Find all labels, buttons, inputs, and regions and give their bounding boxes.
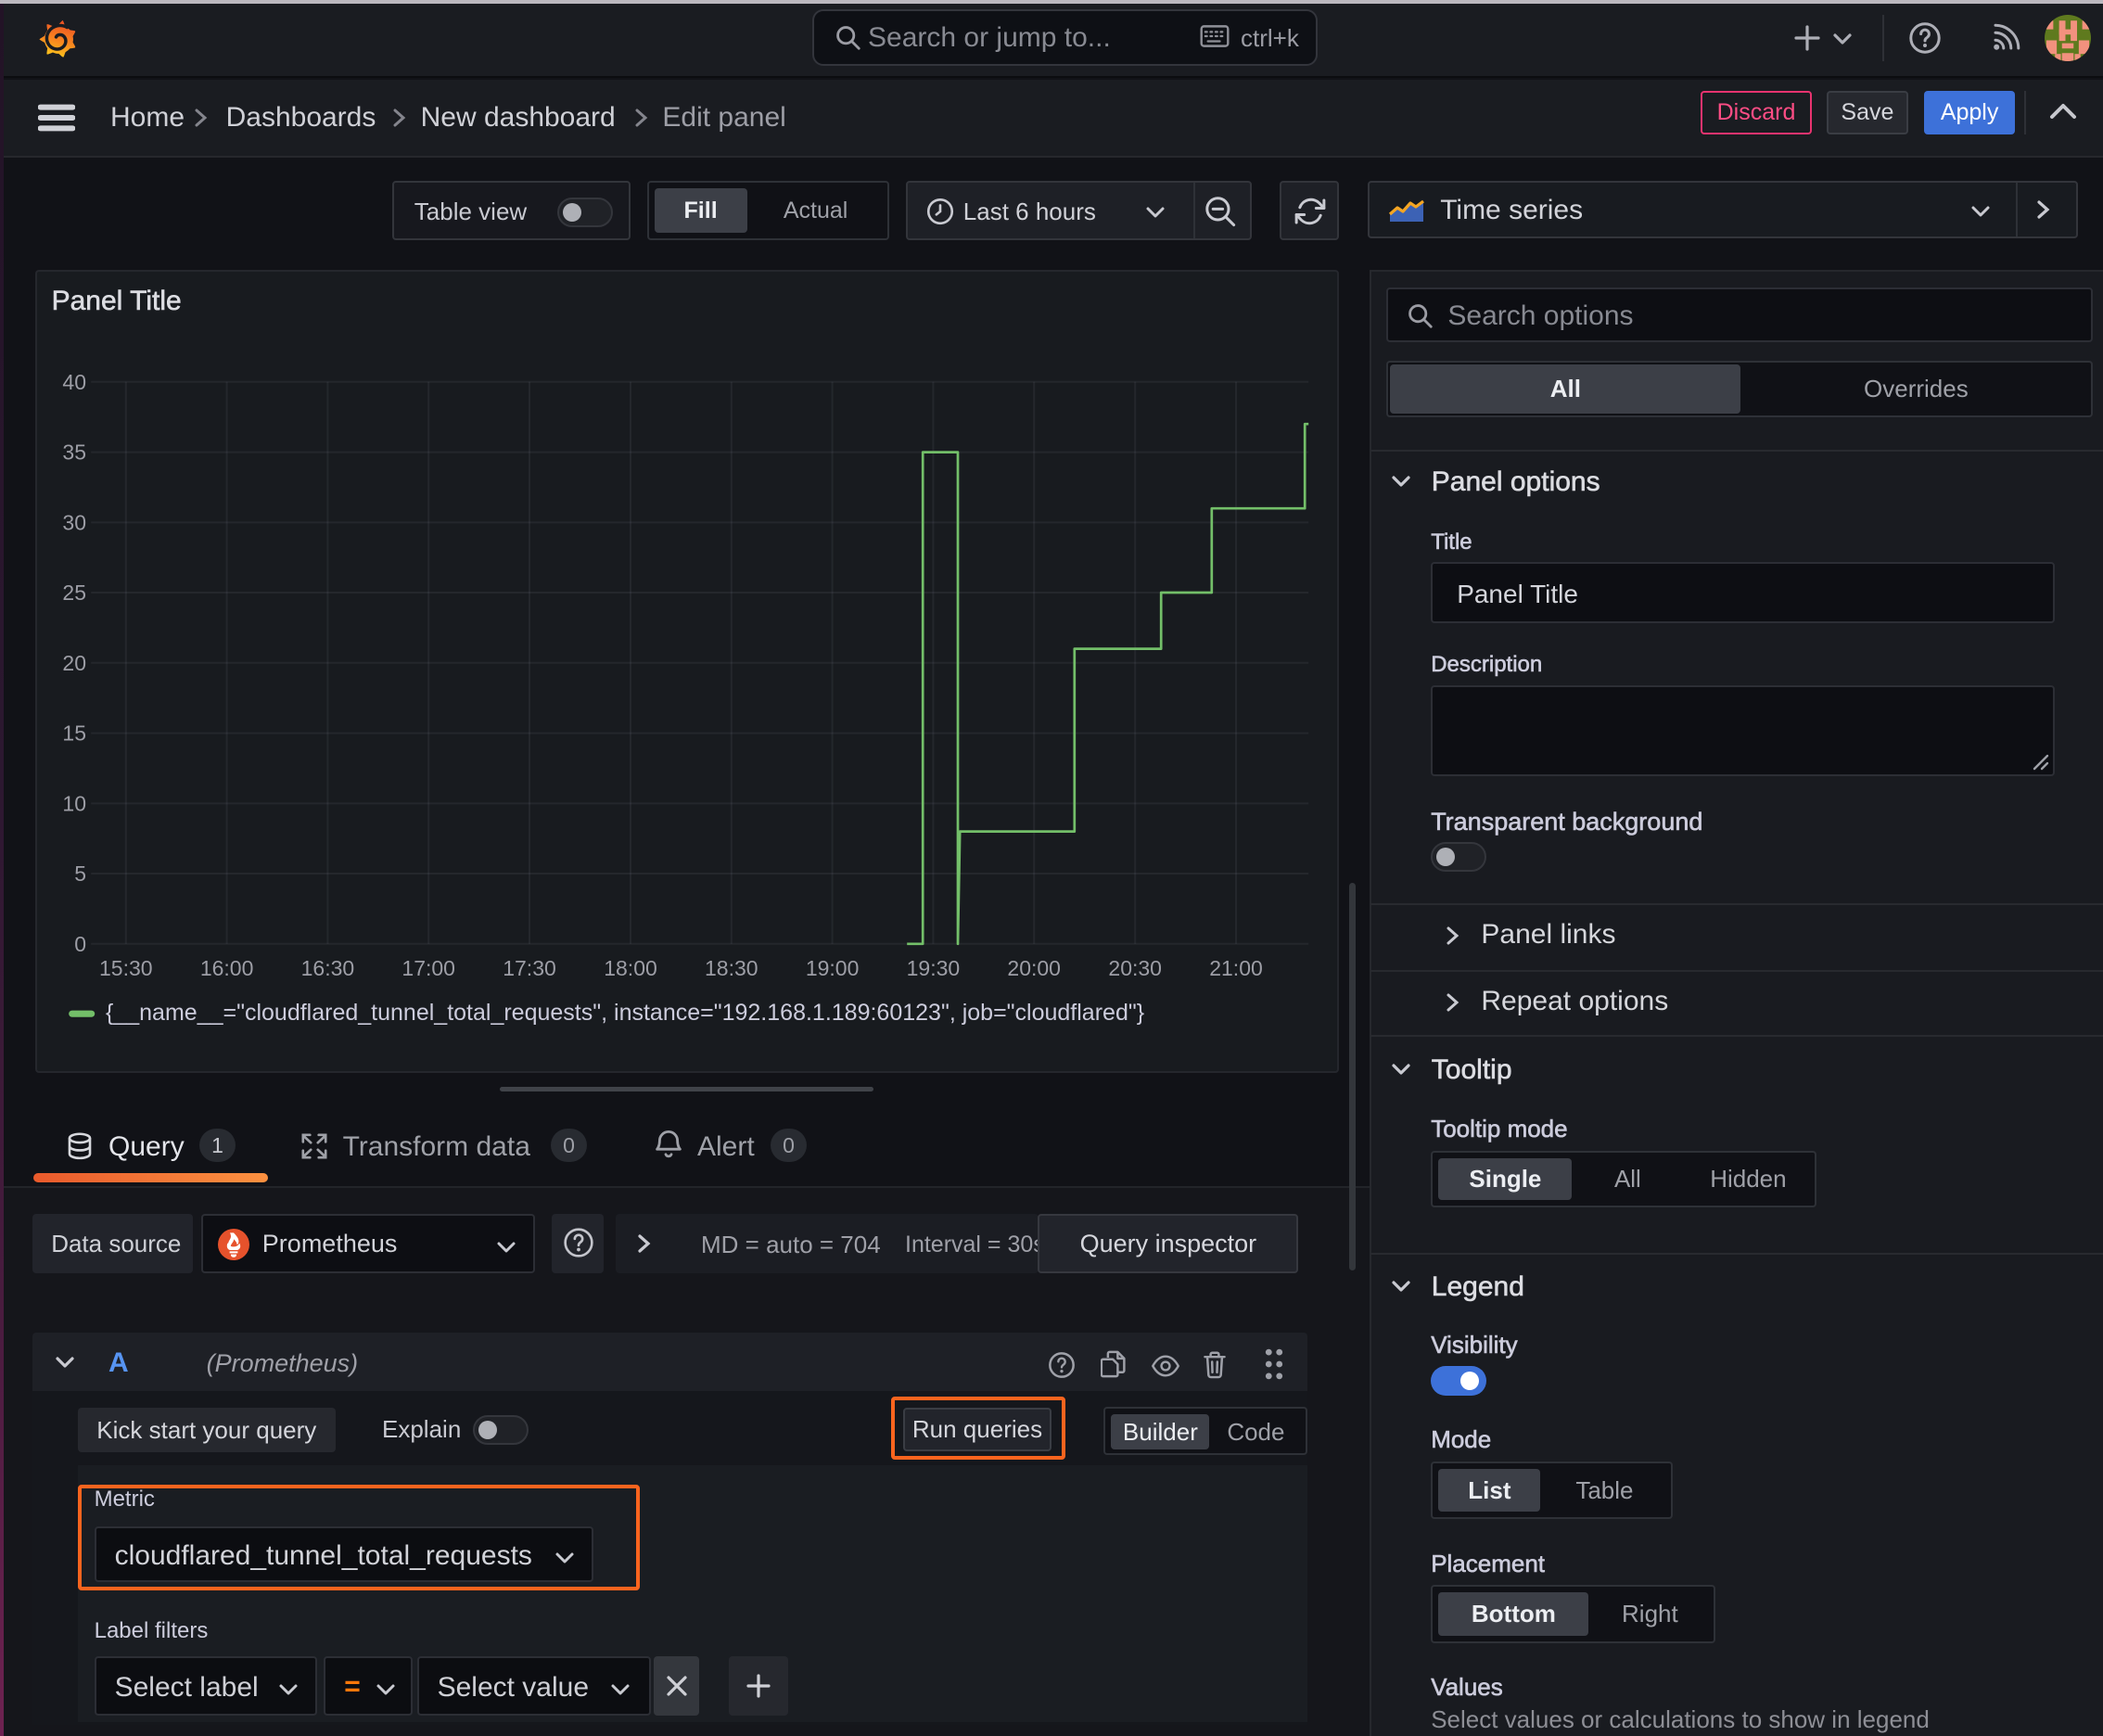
svg-text:18:00: 18:00 (604, 956, 657, 980)
svg-text:{__name__="cloudflared_tunnel_: {__name__="cloudflared_tunnel_total_requ… (106, 1000, 1144, 1026)
svg-text:20:30: 20:30 (1108, 956, 1162, 980)
svg-text:15: 15 (62, 721, 86, 746)
svg-text:10: 10 (62, 792, 86, 816)
svg-text:17:30: 17:30 (503, 956, 556, 980)
svg-text:21:00: 21:00 (1209, 956, 1263, 980)
svg-text:19:00: 19:00 (806, 956, 860, 980)
svg-text:40: 40 (62, 370, 86, 394)
svg-text:16:00: 16:00 (200, 956, 254, 980)
svg-text:5: 5 (74, 862, 86, 886)
svg-text:18:30: 18:30 (705, 956, 758, 980)
svg-text:19:30: 19:30 (906, 956, 960, 980)
svg-text:20: 20 (62, 651, 86, 675)
svg-text:16:30: 16:30 (300, 956, 354, 980)
svg-text:0: 0 (74, 932, 86, 956)
svg-text:20:00: 20:00 (1007, 956, 1061, 980)
svg-text:25: 25 (62, 581, 86, 605)
svg-text:15:30: 15:30 (99, 956, 153, 980)
svg-text:17:00: 17:00 (401, 956, 455, 980)
svg-text:30: 30 (62, 511, 86, 535)
svg-text:35: 35 (62, 440, 86, 465)
